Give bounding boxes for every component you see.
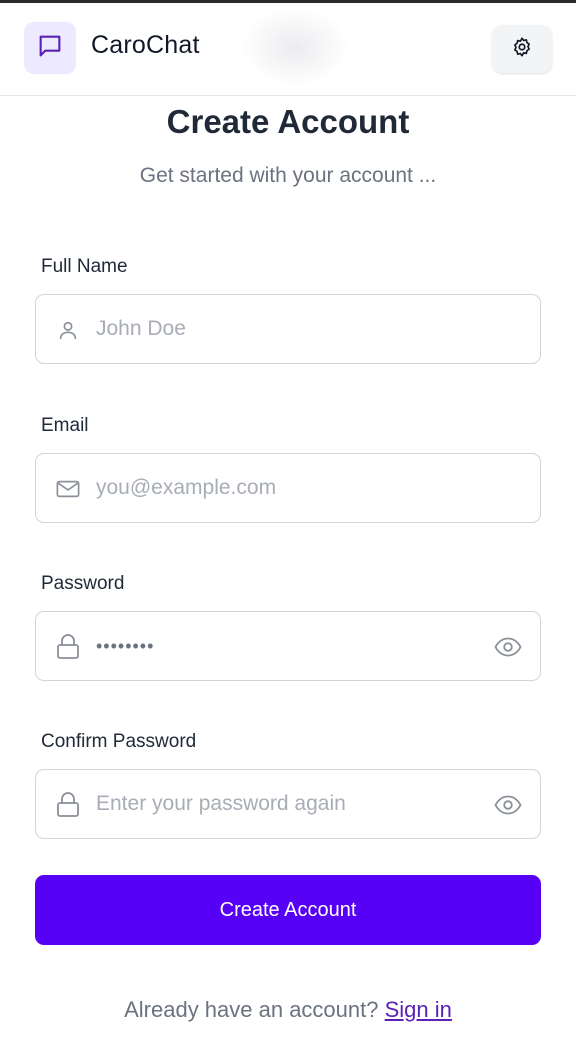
create-account-button[interactable]: Create Account: [35, 875, 541, 945]
mail-icon: [56, 476, 80, 502]
user-icon: [56, 317, 80, 343]
full-name-field[interactable]: John Doe: [35, 294, 541, 364]
full-name-label: Full Name: [41, 256, 128, 277]
confirm-password-label: Confirm Password: [41, 731, 197, 752]
eye-icon[interactable]: [494, 634, 522, 660]
confirm-password-input[interactable]: Enter your password again: [96, 792, 346, 816]
eye-icon[interactable]: [494, 792, 522, 818]
chat-bubble-icon: [36, 32, 64, 65]
logo[interactable]: [24, 22, 76, 74]
page-subtitle: Get started with your account ...: [139, 164, 437, 187]
full-name-input[interactable]: John Doe: [96, 317, 186, 341]
password-field[interactable]: ••••••••: [35, 611, 541, 681]
sign-in-prompt-text: Already have an account?: [124, 997, 379, 1022]
blurred-area: [240, 7, 350, 87]
settings-button[interactable]: [492, 25, 552, 73]
password-input[interactable]: ••••••••: [96, 636, 154, 657]
app-name: CaroChat: [91, 31, 200, 59]
navbar: CaroChat: [0, 3, 576, 96]
sign-in-link[interactable]: Sign in: [385, 997, 452, 1022]
gear-icon: [511, 36, 533, 63]
confirm-password-field[interactable]: Enter your password again: [35, 769, 541, 839]
email-label: Email: [41, 415, 89, 436]
email-field[interactable]: you@example.com: [35, 453, 541, 523]
email-input[interactable]: you@example.com: [96, 476, 276, 500]
sign-in-prompt: Already have an account? Sign in: [0, 997, 576, 1023]
page-title: Create Account: [166, 103, 410, 140]
password-label: Password: [41, 573, 125, 594]
lock-icon: [56, 792, 80, 818]
lock-icon: [56, 634, 80, 660]
